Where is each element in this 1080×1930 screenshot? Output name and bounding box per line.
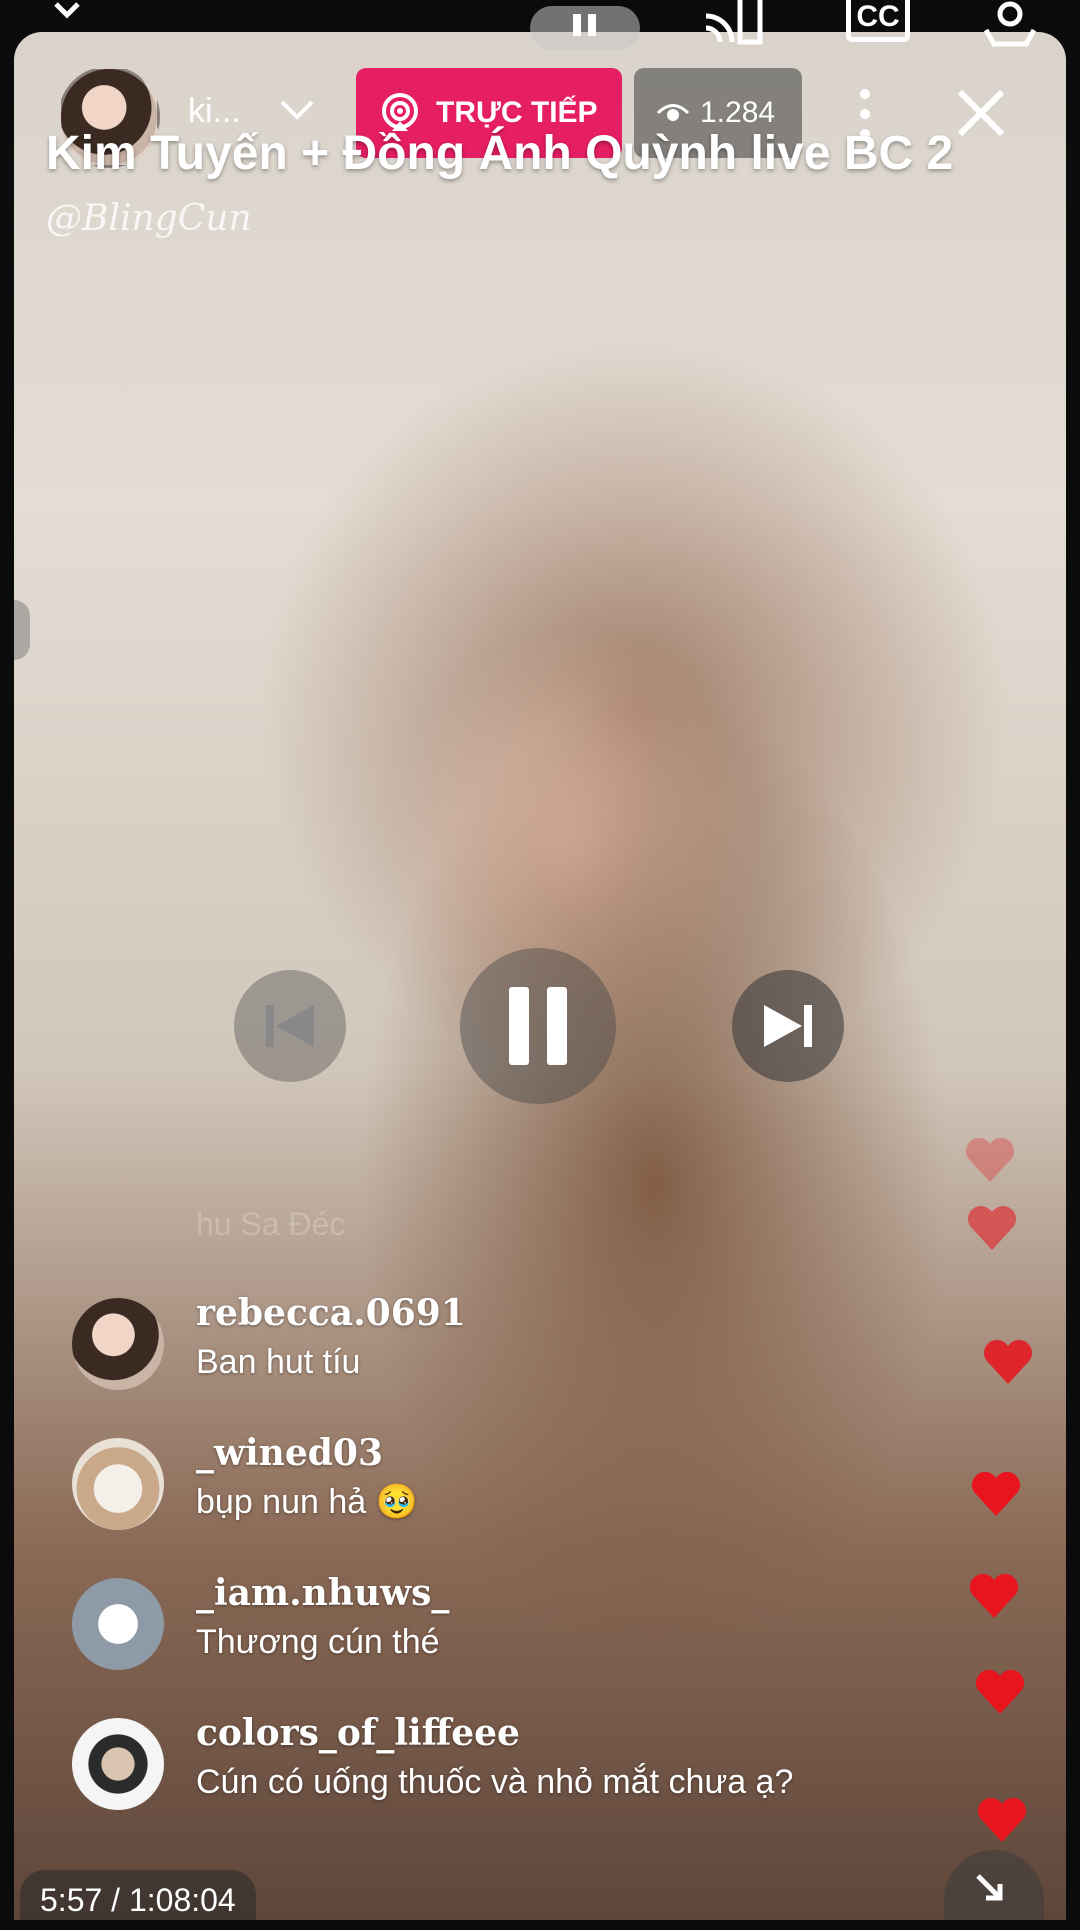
chevron-down-icon[interactable] [52, 0, 82, 20]
heart-icon [983, 1339, 1033, 1384]
skip-previous-icon [266, 1005, 314, 1047]
comment-text: Ban hut tíu [196, 1343, 361, 1381]
heart-icon [971, 1471, 1021, 1516]
comment-text: Cún có uống thuốc và nhỏ mắt chưa ạ? [196, 1763, 794, 1801]
commenter-avatar[interactable] [72, 1578, 164, 1670]
heart-icon [969, 1573, 1019, 1618]
minimize-icon [976, 1874, 1003, 1901]
heart-icon [975, 1669, 1025, 1714]
commenter-avatar[interactable] [72, 1718, 164, 1810]
live-label: TRỰC TIẾP [436, 96, 598, 129]
stream-title: Kim Tuyến + Đồng Ánh Quỳnh live BC 2 [46, 127, 954, 180]
side-handle[interactable] [14, 600, 30, 660]
channel-handle[interactable]: @BlingCun [46, 198, 252, 239]
comment-username[interactable]: _wined03 [196, 1432, 383, 1474]
heart-icon [965, 1137, 1015, 1182]
minimize-button[interactable] [944, 1850, 1044, 1920]
heart-icon [977, 1797, 1027, 1842]
next-button[interactable] [732, 970, 844, 1082]
skip-next-icon [764, 1005, 812, 1047]
commenter-avatar[interactable] [72, 1438, 164, 1530]
heart-icon [967, 1205, 1017, 1250]
faded-comment: hu Sa Đéc [196, 1206, 346, 1242]
comment-username[interactable]: colors_of_liffeee [196, 1712, 520, 1754]
player-top-bar: CC [0, 0, 1080, 50]
viewer-count: 1.284 [700, 96, 776, 129]
pause-icon [573, 14, 596, 36]
comment-text: bụp nun hả 🥹 [196, 1483, 418, 1521]
commenter-avatar[interactable] [72, 1298, 164, 1390]
previous-button[interactable] [234, 970, 346, 1082]
pause-pill-button[interactable] [530, 6, 640, 50]
comment-username[interactable]: rebecca.0691 [196, 1292, 466, 1334]
cast-icon[interactable] [700, 0, 766, 48]
pause-button[interactable] [460, 948, 616, 1104]
chevron-down-icon[interactable] [276, 88, 318, 130]
pause-icon [509, 987, 567, 1065]
settings-icon[interactable] [980, 0, 1040, 50]
playback-time: 5:57 / 1:08:04 [20, 1870, 256, 1920]
comment-username[interactable]: _iam.nhuws_ [196, 1572, 449, 1614]
comment-text: Thương cún thé [196, 1623, 440, 1661]
eye-icon [656, 104, 690, 121]
closed-captions-icon[interactable]: CC [846, 0, 910, 42]
